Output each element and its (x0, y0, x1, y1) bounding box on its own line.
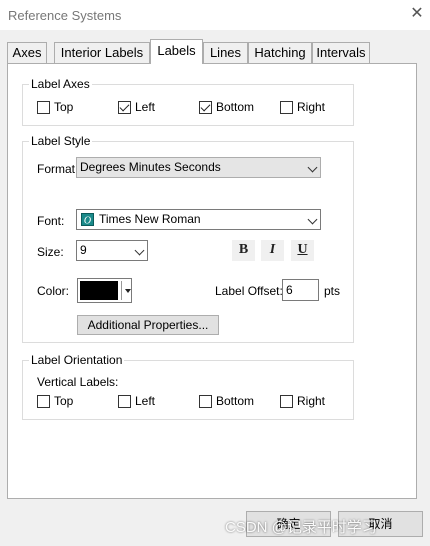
checkbox-box[interactable] (199, 394, 212, 408)
font-value: Times New Roman (99, 212, 201, 226)
chevron-down-icon (307, 214, 318, 225)
color-swatch (80, 281, 118, 300)
checkbox-label: Top (54, 100, 74, 114)
checkbox-box[interactable] (118, 394, 131, 408)
axes-bottom-checkbox[interactable]: Bottom (199, 100, 254, 114)
checkbox-box[interactable] (37, 100, 50, 114)
checkbox-label: Right (297, 394, 326, 408)
label-style-group: Label Style Format: Degrees Minutes Seco… (22, 134, 354, 343)
chevron-down-icon (134, 245, 145, 256)
offset-unit: pts (324, 284, 341, 298)
orient-right-checkbox[interactable]: Right (280, 394, 325, 408)
size-value: 9 (80, 243, 87, 257)
format-label: Format: (37, 162, 79, 176)
checkbox-box[interactable] (280, 394, 293, 408)
italic-button[interactable]: I (261, 240, 284, 261)
divider (121, 281, 122, 300)
window-title: Reference Systems (8, 8, 122, 23)
underline-button[interactable]: U (291, 240, 314, 261)
label-axes-title: Label Axes (29, 77, 92, 91)
title-bar: Reference Systems ✕ (0, 0, 430, 30)
size-label: Size: (37, 245, 64, 259)
checkbox-box[interactable] (280, 100, 293, 114)
label-axes-group: Label Axes Top Left Bottom Right (22, 77, 354, 126)
axes-top-checkbox[interactable]: Top (37, 100, 73, 114)
format-value: Degrees Minutes Seconds (80, 160, 221, 174)
tab-interior-labels[interactable]: Interior Labels (54, 42, 150, 63)
checkbox-label: Top (54, 394, 74, 408)
checkbox-label: Right (297, 100, 326, 114)
labels-panel: Label Axes Top Left Bottom Right Label S… (7, 63, 417, 499)
tab-hatching[interactable]: Hatching (248, 42, 312, 63)
checkbox-label: Left (135, 100, 156, 114)
close-icon[interactable]: ✕ (408, 5, 426, 23)
tab-lines[interactable]: Lines (203, 42, 248, 63)
tab-axes[interactable]: Axes (7, 42, 47, 63)
checkbox-box[interactable] (118, 100, 131, 114)
checkbox-box[interactable] (37, 394, 50, 408)
orient-top-checkbox[interactable]: Top (37, 394, 73, 408)
orient-left-checkbox[interactable]: Left (118, 394, 155, 408)
checkbox-label: Bottom (216, 100, 255, 114)
watermark: CSDN @记录平时学习 (225, 519, 377, 536)
vertical-labels-label: Vertical Labels: (37, 375, 119, 389)
font-type-icon: O (81, 213, 94, 226)
dropdown-arrow-icon (125, 289, 131, 293)
chevron-down-icon (307, 162, 318, 173)
label-orientation-group: Label Orientation Vertical Labels: Top L… (22, 353, 354, 420)
label-offset-label: Label Offset: (215, 284, 283, 298)
axes-left-checkbox[interactable]: Left (118, 100, 155, 114)
color-label: Color: (37, 284, 70, 298)
color-picker[interactable] (77, 278, 132, 303)
tab-intervals[interactable]: Intervals (312, 42, 370, 63)
checkbox-box[interactable] (199, 100, 212, 114)
size-select[interactable]: 9 (76, 240, 148, 261)
additional-properties-button[interactable]: Additional Properties... (77, 315, 219, 335)
label-orientation-title: Label Orientation (29, 353, 125, 367)
font-label: Font: (37, 214, 65, 228)
label-style-title: Label Style (29, 134, 93, 148)
checkbox-label: Bottom (216, 394, 255, 408)
tab-labels[interactable]: Labels (150, 39, 203, 64)
svg-text:O: O (84, 216, 91, 227)
checkbox-label: Left (135, 394, 156, 408)
bold-button[interactable]: B (232, 240, 255, 261)
format-select[interactable]: Degrees Minutes Seconds (76, 157, 321, 178)
axes-right-checkbox[interactable]: Right (280, 100, 325, 114)
label-offset-input[interactable]: 6 (282, 279, 319, 301)
orient-bottom-checkbox[interactable]: Bottom (199, 394, 254, 408)
font-select[interactable]: O Times New Roman (76, 209, 321, 230)
